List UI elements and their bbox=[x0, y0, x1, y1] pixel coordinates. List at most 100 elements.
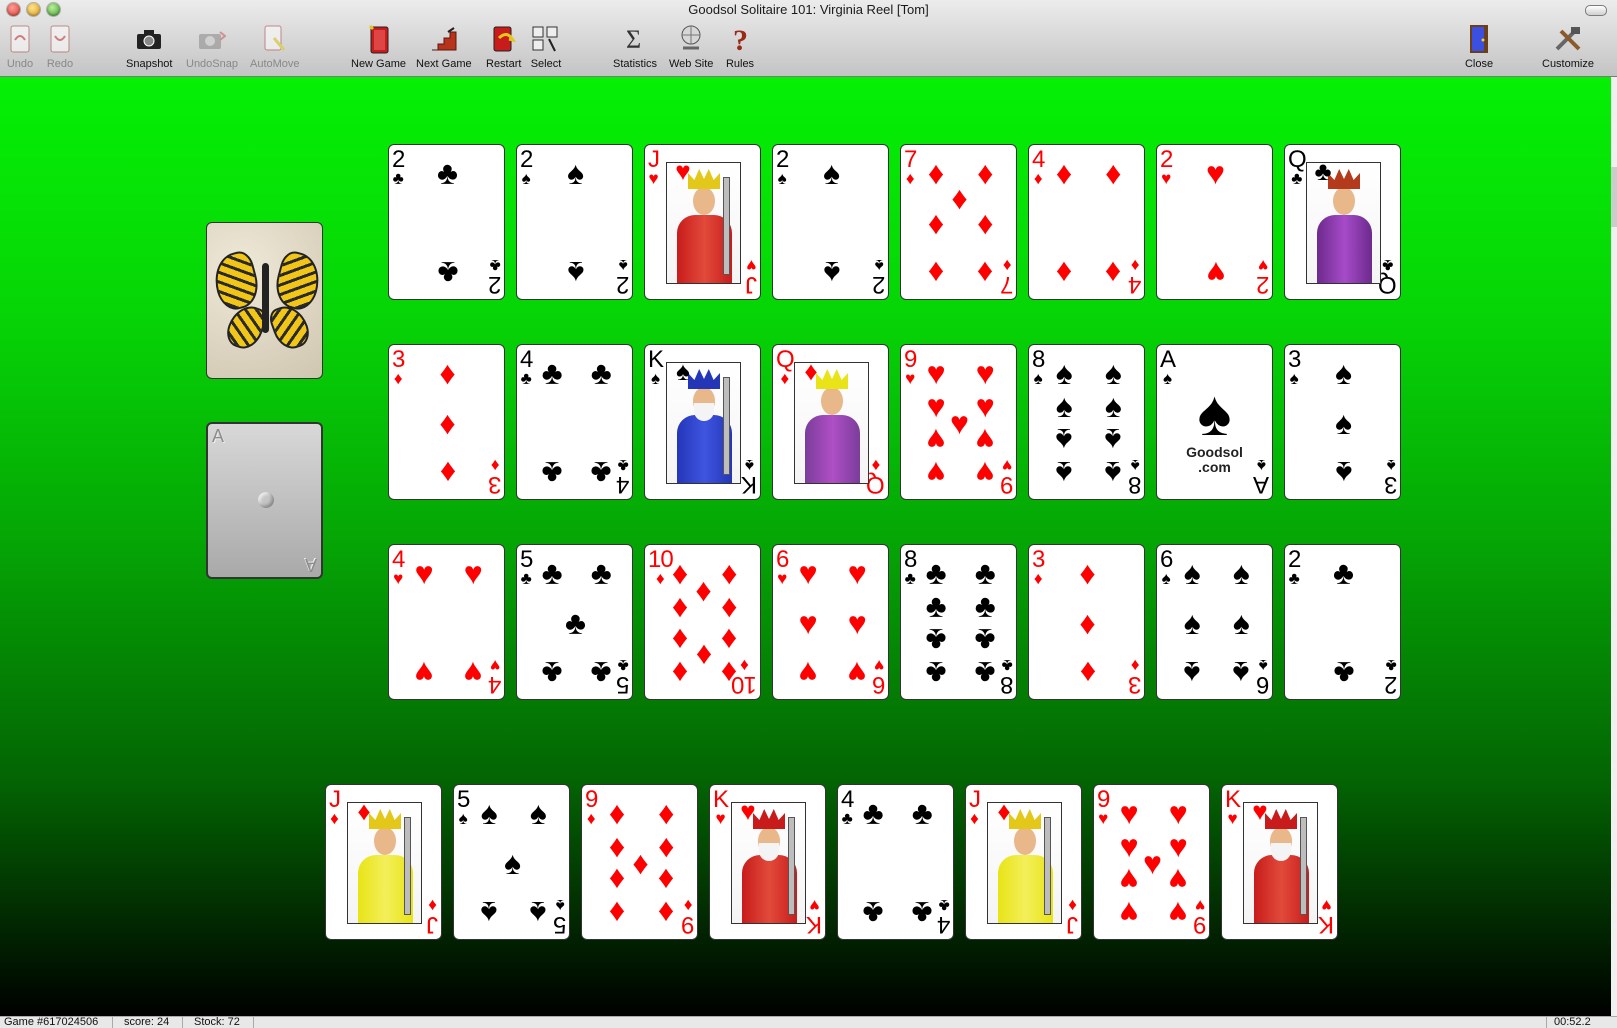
tableau-card-6-of-hearts[interactable]: 6 ♥ 6 ♥ ♥ ♥ ♥ ♥ ♥ ♥ bbox=[772, 544, 889, 700]
heart-icon: ♥ bbox=[809, 896, 820, 915]
scrollbar[interactable] bbox=[1611, 77, 1617, 1016]
reserve-card-5-of-spades[interactable]: 5 ♠ 5 ♠ ♠ ♠ ♠ ♠ ♠ bbox=[453, 784, 570, 940]
scrollbar-thumb[interactable] bbox=[1611, 167, 1617, 227]
tableau-card-10-of-diamonds[interactable]: 10 ♦ 10 ♦ ♦ ♦ ♦ ♦ ♦ ♦ ♦ ♦ ♦ ♦ bbox=[644, 544, 761, 700]
tableau-card-3-of-spades[interactable]: 3 ♠ 3 ♠ ♠ ♠ ♠ bbox=[1284, 344, 1401, 500]
card-corner: 2 ♠ bbox=[617, 256, 629, 298]
reserve-card-4-of-clubs[interactable]: 4 ♣ 4 ♣ ♣ ♣ ♣ ♣ bbox=[837, 784, 954, 940]
tableau-card-4-of-hearts[interactable]: 4 ♥ 4 ♥ ♥ ♥ ♥ ♥ bbox=[388, 544, 505, 700]
card-rank: 6 bbox=[1256, 671, 1269, 698]
card-rank: 8 bbox=[1128, 471, 1141, 498]
tableau-card-6-of-spades[interactable]: 6 ♠ 6 ♠ ♠ ♠ ♠ ♠ ♠ ♠ bbox=[1156, 544, 1273, 700]
club-icon: ♣ bbox=[1314, 156, 1332, 186]
newgame-button[interactable]: New Game bbox=[351, 22, 406, 70]
toolbar-toggle-button[interactable] bbox=[1585, 5, 1607, 16]
diamond-icon: ♦ bbox=[1105, 254, 1122, 291]
tableau-card-q-of-diamonds[interactable]: Q ♦ Q ♦ ♦ bbox=[772, 344, 889, 500]
tableau-card-3-of-diamonds[interactable]: 3 ♦ 3 ♦ ♦ ♦ ♦ bbox=[388, 344, 505, 500]
club-icon: ♣ bbox=[1333, 555, 1354, 592]
card-rank: J bbox=[1067, 911, 1078, 938]
tableau-card-2-of-hearts[interactable]: 2 ♥ 2 ♥ ♥ ♥ bbox=[1156, 144, 1273, 300]
tableau-card-8-of-clubs[interactable]: 8 ♣ 8 ♣ ♣ ♣ ♣ ♣ ♣ ♣ ♣ ♣ bbox=[900, 544, 1017, 700]
reserve-card-9-of-diamonds[interactable]: 9 ♦ 9 ♦ ♦ ♦ ♦ ♦ ♦ ♦ ♦ ♦ ♦ bbox=[581, 784, 698, 940]
status-divider bbox=[182, 1017, 183, 1028]
toolbar-label: New Game bbox=[351, 58, 407, 70]
diamond-icon: ♦ bbox=[1130, 256, 1140, 275]
waste-pile-empty[interactable]: A A bbox=[206, 422, 323, 579]
snapshot-button[interactable]: Snapshot bbox=[126, 22, 172, 70]
tableau-card-4-of-clubs[interactable]: 4 ♣ 4 ♣ ♣ ♣ ♣ ♣ bbox=[516, 344, 633, 500]
crown-icon bbox=[816, 369, 848, 389]
card-corner: 2 ♣ bbox=[392, 148, 405, 188]
card-corner: K ♥ bbox=[807, 896, 822, 938]
redo-button[interactable]: Redo bbox=[44, 22, 76, 70]
spade-icon: ♠ bbox=[1104, 454, 1122, 491]
card-corner: K ♥ bbox=[1225, 788, 1241, 828]
reserve-card-j-of-diamonds[interactable]: J ♦ J ♦ ♦ bbox=[965, 784, 1082, 940]
diamond-icon: ♦ bbox=[695, 572, 712, 609]
tableau-card-5-of-clubs[interactable]: 5 ♣ 5 ♣ ♣ ♣ ♣ ♣ ♣ bbox=[516, 544, 633, 700]
stock-pile[interactable] bbox=[206, 222, 323, 379]
club-icon: ♣ bbox=[1291, 169, 1303, 188]
tableau-card-k-of-spades[interactable]: K ♠ K ♠ ♠ bbox=[644, 344, 761, 500]
spade-icon: ♠ bbox=[650, 369, 661, 388]
card-corner: J ♥ bbox=[746, 256, 757, 298]
tableau-card-q-of-clubs[interactable]: Q ♣ Q ♣ ♣ bbox=[1284, 144, 1401, 300]
card-rank: 3 bbox=[1128, 671, 1141, 698]
reserve-card-k-of-hearts[interactable]: K ♥ K ♥ ♥ bbox=[709, 784, 826, 940]
card-corner: 2 ♠ bbox=[776, 148, 789, 188]
butterfly-wing bbox=[266, 300, 314, 354]
undo-button[interactable]: Undo bbox=[4, 22, 36, 70]
restart-button[interactable]: Restart bbox=[486, 22, 521, 70]
heart-icon: ♥ bbox=[1194, 896, 1205, 915]
diamond-icon: ♦ bbox=[721, 555, 738, 592]
card-corner: 3 ♦ bbox=[392, 348, 405, 388]
automove-button[interactable]: AutoMove bbox=[250, 22, 300, 70]
toolbar-label: Statistics bbox=[613, 58, 658, 70]
diamond-icon: ♦ bbox=[905, 169, 915, 188]
card-rank: 9 bbox=[1193, 911, 1206, 938]
tableau-card-8-of-spades[interactable]: 8 ♠ 8 ♠ ♠ ♠ ♠ ♠ ♠ ♠ ♠ ♠ bbox=[1028, 344, 1145, 500]
tableau-card-3-of-diamonds[interactable]: 3 ♦ 3 ♦ ♦ ♦ ♦ bbox=[1028, 544, 1145, 700]
undosnap-button[interactable]: UndoSnap bbox=[186, 22, 238, 70]
reserve-card-k-of-hearts[interactable]: K ♥ K ♥ ♥ bbox=[1221, 784, 1338, 940]
tableau-card-a-of-spades[interactable]: A ♠ A ♠ ♠ Goodsol .com bbox=[1156, 344, 1273, 500]
tableau-card-2-of-spades[interactable]: 2 ♠ 2 ♠ ♠ ♠ bbox=[772, 144, 889, 300]
card-corner: 7 ♦ bbox=[1001, 256, 1013, 298]
close-button[interactable]: Close bbox=[1463, 22, 1495, 70]
tableau-card-j-of-hearts[interactable]: J ♥ J ♥ ♥ bbox=[644, 144, 761, 300]
tableau-card-2-of-spades[interactable]: 2 ♠ 2 ♠ ♠ ♠ bbox=[516, 144, 633, 300]
statistics-button[interactable]: Σ Statistics bbox=[613, 22, 657, 70]
diamond-icon: ♦ bbox=[695, 637, 712, 674]
tableau-card-7-of-diamonds[interactable]: 7 ♦ 7 ♦ ♦ ♦ ♦ ♦ ♦ ♦ ♦ bbox=[900, 144, 1017, 300]
rules-button[interactable]: ? Rules bbox=[724, 22, 756, 70]
court-robe bbox=[1317, 215, 1372, 283]
heart-icon: ♥ bbox=[847, 555, 867, 592]
card-corner: Q ♦ bbox=[776, 348, 795, 388]
tableau-card-4-of-diamonds[interactable]: 4 ♦ 4 ♦ ♦ ♦ ♦ ♦ bbox=[1028, 144, 1145, 300]
customize-button[interactable]: Customize bbox=[1542, 22, 1594, 70]
select-button[interactable]: Select bbox=[530, 22, 562, 70]
diamond-icon: ♦ bbox=[1079, 605, 1096, 641]
card-corner: 3 ♦ bbox=[1032, 548, 1045, 588]
card-corner: J ♦ bbox=[969, 788, 981, 828]
tools-icon bbox=[1552, 22, 1584, 56]
heart-icon: ♥ bbox=[975, 422, 995, 459]
club-icon: ♣ bbox=[541, 555, 563, 592]
reserve-card-9-of-hearts[interactable]: 9 ♥ 9 ♥ ♥ ♥ ♥ ♥ ♥ ♥ ♥ ♥ ♥ bbox=[1093, 784, 1210, 940]
redo-card-icon bbox=[44, 22, 76, 56]
tableau-card-9-of-hearts[interactable]: 9 ♥ 9 ♥ ♥ ♥ ♥ ♥ ♥ ♥ ♥ ♥ ♥ bbox=[900, 344, 1017, 500]
card-corner: 2 ♣ bbox=[489, 256, 501, 298]
spade-icon: ♠ bbox=[504, 845, 521, 881]
website-button[interactable]: Web Site bbox=[669, 22, 713, 70]
nextgame-button[interactable]: Next Game bbox=[416, 22, 472, 70]
tableau-card-2-of-clubs[interactable]: 2 ♣ 2 ♣ ♣ ♣ bbox=[1284, 544, 1401, 700]
diamond-icon: ♦ bbox=[439, 454, 456, 491]
card-corner: 5 ♣ bbox=[617, 656, 629, 698]
spade-icon: ♠ bbox=[1183, 654, 1201, 691]
club-icon: ♣ bbox=[974, 587, 996, 624]
card-rank: 2 bbox=[1256, 271, 1269, 298]
club-icon: ♣ bbox=[590, 654, 612, 691]
tableau-card-2-of-clubs[interactable]: 2 ♣ 2 ♣ ♣ ♣ bbox=[388, 144, 505, 300]
reserve-card-j-of-diamonds[interactable]: J ♦ J ♦ ♦ bbox=[325, 784, 442, 940]
